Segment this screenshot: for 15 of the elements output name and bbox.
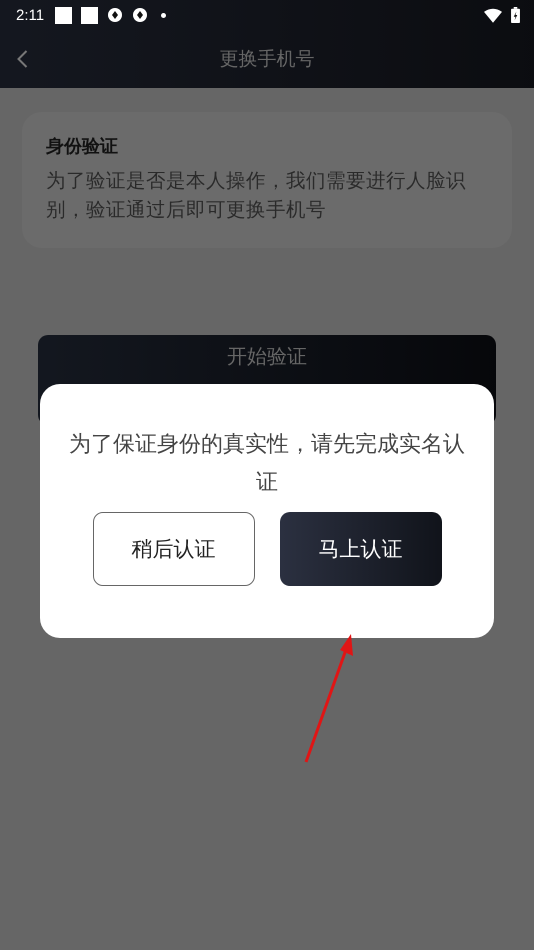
dialog-message: 为了保证身份的真实性，请先完成实名认证	[68, 431, 466, 497]
battery-icon	[511, 7, 520, 23]
confirm-button[interactable]: 马上认证	[280, 512, 442, 586]
card-description: 为了验证是否是本人操作，我们需要进行人脸识别，验证通过后即可更换手机号	[46, 168, 467, 223]
status-time: 2:11	[16, 6, 44, 24]
more-notifications-icon	[161, 12, 166, 18]
later-button[interactable]: 稍后认证	[92, 512, 254, 586]
wifi-icon	[484, 8, 502, 22]
back-icon[interactable]	[16, 49, 29, 69]
aperture-icon	[107, 7, 124, 23]
card-title: 身份验证	[46, 135, 119, 158]
notification-icon	[81, 6, 98, 24]
page-title: 更换手机号	[220, 47, 314, 72]
notification-icon	[55, 6, 72, 24]
aperture-icon	[132, 7, 148, 23]
